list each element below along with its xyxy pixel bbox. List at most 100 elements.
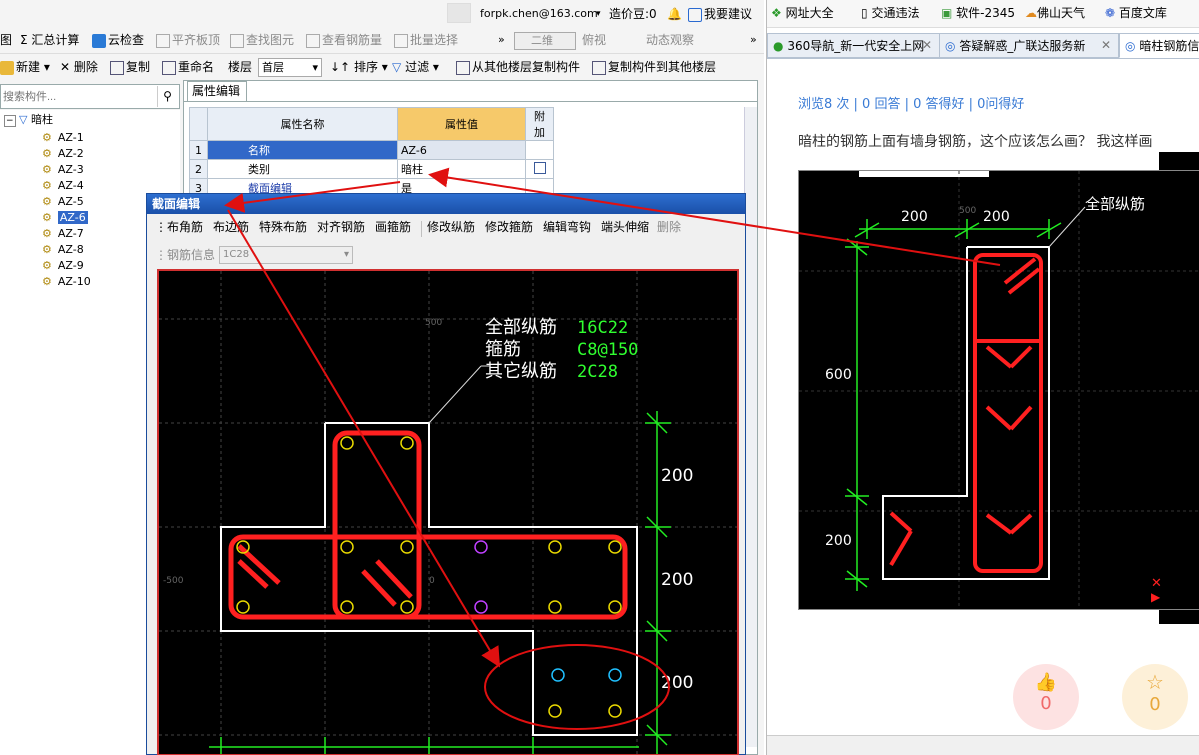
tree-root[interactable]: − ▽ 暗柱 xyxy=(4,112,53,128)
search-icon[interactable]: ⚲ xyxy=(157,86,177,107)
value-stirrup: C8@150 xyxy=(577,340,638,360)
sort-button[interactable]: ↓↑ 排序 ▾ xyxy=(330,55,388,79)
other-rebar-points xyxy=(474,540,488,614)
question-image[interactable]: 500 200 200 600 200 全部纵筋 ✕ ▶ xyxy=(798,170,1199,610)
tree-item-az-9[interactable]: ⚙ AZ-9 xyxy=(30,258,84,274)
question-stats: 浏览8 次 | 0 回答 | 0 答得好 | 0问得好 xyxy=(798,97,1025,112)
view-mode-select[interactable]: 二维 xyxy=(514,32,576,50)
img-dim-600: 600 xyxy=(825,367,852,383)
bookmark-item[interactable]: ❁ 百度文库 xyxy=(1105,4,1167,21)
tool-align-rebar[interactable]: 对齐钢筋 xyxy=(317,215,365,239)
tree-item-az-5[interactable]: ⚙ AZ-5 xyxy=(30,194,84,210)
top-view-button[interactable]: 俯视 xyxy=(582,28,606,52)
tree-item-label: AZ-6 xyxy=(57,211,88,224)
tab-property-edit[interactable]: 属性编辑 xyxy=(187,81,247,101)
leader-line xyxy=(428,365,482,424)
grid-label-500: 500 xyxy=(425,318,442,328)
cloud-check-button[interactable]: 云检查 xyxy=(92,28,144,52)
tool-delete[interactable]: 删除 xyxy=(657,215,681,239)
table-row[interactable]: 1 名称 AZ-6 xyxy=(189,140,554,160)
software-icon: ▣ xyxy=(941,6,953,20)
batch-select-label: 批量选择 xyxy=(410,33,459,47)
bookmark-item[interactable]: ▯ 交通违法 xyxy=(861,4,919,21)
copy-floor-icon xyxy=(456,60,470,75)
account-email[interactable]: forpk.chen@163.com xyxy=(480,2,598,26)
new-button[interactable]: 新建 ▾ xyxy=(0,55,50,79)
delete-button[interactable]: ✕ 删除 xyxy=(60,55,98,79)
tree-item-az-7[interactable]: ⚙ AZ-7 xyxy=(30,226,84,242)
tab-divider xyxy=(767,58,1199,59)
tree-item-az-3[interactable]: ⚙ AZ-3 xyxy=(30,162,84,178)
tool-edit-hook[interactable]: 编辑弯钩 xyxy=(543,215,591,239)
find-element-button[interactable]: 查找图元 xyxy=(230,28,294,52)
chevron-down-icon[interactable]: ▾ xyxy=(596,2,601,26)
column-icon: ⚙ xyxy=(42,179,52,192)
rename-button[interactable]: 重命名 xyxy=(162,55,214,79)
tree-item-az-8[interactable]: ⚙ AZ-8 xyxy=(30,242,84,258)
collapse-icon: − xyxy=(4,115,16,127)
chat-icon xyxy=(688,7,702,22)
filter-button[interactable]: ▽ 过滤 ▾ xyxy=(392,55,439,79)
tree-item-az-4[interactable]: ⚙ AZ-4 xyxy=(30,178,84,194)
cloud-check-icon xyxy=(92,33,106,48)
prop-value[interactable]: 暗柱 xyxy=(397,159,526,179)
prop-value[interactable]: AZ-6 xyxy=(397,140,526,160)
tab-glodon-service[interactable]: ◎ 答疑解惑_广联达服务新 xyxy=(939,33,1119,58)
image-grid xyxy=(799,171,1199,609)
summary-calc-button[interactable]: Σ 汇总计算 xyxy=(20,28,79,52)
close-icon[interactable]: ✕ xyxy=(922,38,932,52)
tab-hidden-column[interactable]: ◎ 暗柱钢筋信 xyxy=(1119,33,1199,58)
table-row[interactable]: 2 类别 暗柱 xyxy=(189,159,554,179)
tree-item-az-10[interactable]: ⚙ AZ-10 xyxy=(30,274,91,290)
bookmark-item[interactable]: ▣ 软件-2345 xyxy=(941,4,1015,21)
overflow-chevron-icon[interactable]: » xyxy=(498,28,505,52)
favorite-button[interactable]: ☆ 0 xyxy=(1122,664,1188,730)
view-rebar-qty-button[interactable]: 查看钢筋量 xyxy=(306,28,382,52)
copy-to-label: 复制构件到其他楼层 xyxy=(608,60,717,74)
like-button[interactable]: 👍 0 xyxy=(1013,664,1079,730)
search-input[interactable] xyxy=(3,87,153,106)
section-drawing: 500 -500 0 全部纵筋 箍筋 其它纵筋 16C22 C8@150 2C2… xyxy=(159,271,737,754)
tool-modify-long-rebar[interactable]: 修改纵筋 xyxy=(427,215,475,239)
browser-bottom-scrollbar[interactable] xyxy=(767,735,1199,755)
section-edit-dialog: 截面编辑 ⋮ 布角筋 布边筋 特殊布筋 对齐钢筋 画箍筋 修改纵筋 修改箍筋 编… xyxy=(146,193,746,755)
rebar-info-input[interactable]: 1C28 ▾ xyxy=(219,246,353,264)
new-icon xyxy=(0,60,14,75)
rebar-info-bar: ⋮ 钢筋信息 1C28 ▾ xyxy=(147,243,745,267)
tool-edge-rebar[interactable]: 布边筋 xyxy=(213,215,249,239)
tree-item-az-1[interactable]: ⚙ AZ-1 xyxy=(30,130,84,146)
section-canvas[interactable]: 500 -500 0 全部纵筋 箍筋 其它纵筋 16C22 C8@150 2C2… xyxy=(157,269,739,755)
copy-to-floor-button[interactable]: 复制构件到其他楼层 xyxy=(592,55,716,79)
prop-extra-checkbox[interactable] xyxy=(525,159,554,179)
bookmark-item[interactable]: ☁佛山天气 xyxy=(1025,4,1085,21)
bookmark-item[interactable]: ❖ 网址大全 xyxy=(771,4,834,21)
floor-select[interactable]: 首层 ▾ xyxy=(258,58,322,77)
tool-special-rebar[interactable]: 特殊布筋 xyxy=(259,215,307,239)
tree-item-az-6[interactable]: ⚙ AZ-6 xyxy=(30,210,88,226)
browser-window: ❖ 网址大全 ▯ 交通违法 ▣ 软件-2345 ☁佛山天气 ❁ 百度文库 ● 3… xyxy=(766,0,1199,755)
copy-button[interactable]: 复制 xyxy=(110,55,150,79)
nav-icon: ❖ xyxy=(771,6,782,20)
tab-label: 答疑解惑_广联达服务新 xyxy=(959,39,1086,53)
tool-corner-rebar[interactable]: 布角筋 xyxy=(167,215,203,239)
img-grid-label-500: 500 xyxy=(959,206,976,216)
align-slab-top-button[interactable]: 平齐板顶 xyxy=(156,28,220,52)
tab-360-nav[interactable]: ● 360导航_新一代安全上网 xyxy=(767,33,945,58)
overflow-chevron-icon-2[interactable]: » xyxy=(750,28,757,52)
suggest-button[interactable]: 我要建议 xyxy=(688,2,752,26)
toolbar-item-fig[interactable]: 图 xyxy=(0,28,12,52)
bookmark-label: 交通违法 xyxy=(871,6,920,20)
tree-item-az-2[interactable]: ⚙ AZ-2 xyxy=(30,146,84,162)
bell-icon[interactable]: 🔔 xyxy=(667,2,682,26)
dynamic-view-button[interactable]: 动态观察 xyxy=(646,28,694,52)
tool-modify-stirrup[interactable]: 修改箍筋 xyxy=(485,215,533,239)
close-icon[interactable]: ✕ xyxy=(1101,38,1111,52)
grip-icon: ⋮ xyxy=(155,248,167,262)
img-dim-200-c: 200 xyxy=(825,533,852,549)
tree-item-label: AZ-8 xyxy=(57,243,84,256)
prop-name: 类别 xyxy=(207,159,398,179)
copy-from-floor-button[interactable]: 从其他楼层复制构件 xyxy=(456,55,580,79)
tool-draw-stirrup[interactable]: 画箍筋 xyxy=(375,215,411,239)
batch-select-button[interactable]: 批量选择 xyxy=(394,28,458,52)
tool-end-extend[interactable]: 端头伸缩 xyxy=(601,215,649,239)
